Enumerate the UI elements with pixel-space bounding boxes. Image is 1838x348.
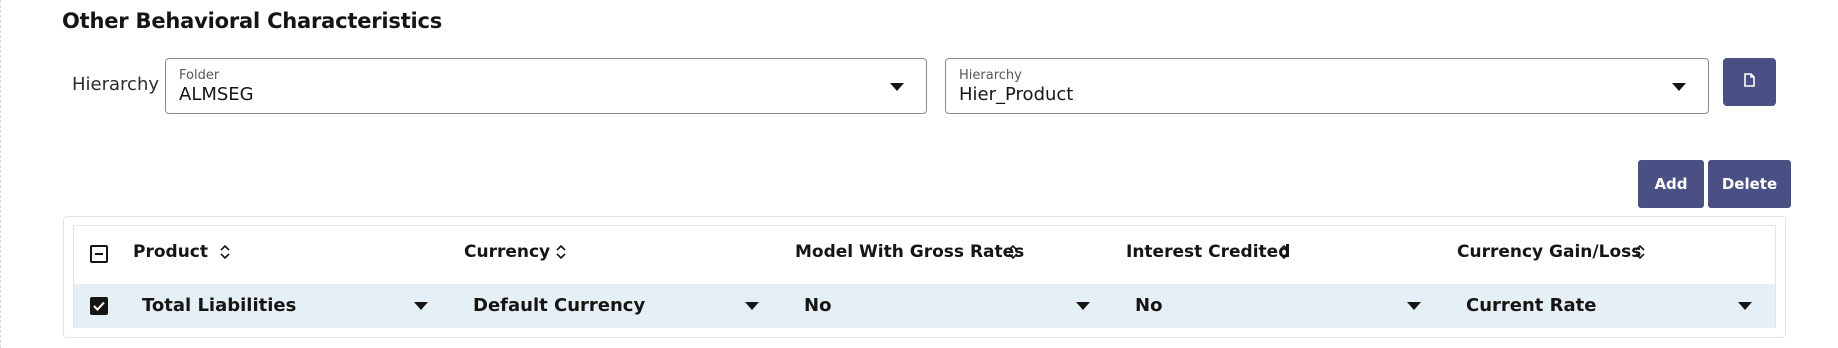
section-title: Other Behavioral Characteristics (62, 9, 443, 33)
column-header-currency[interactable]: Currency (464, 242, 550, 262)
table-header-row: Product Currency Model With Gross Rates … (74, 226, 1775, 282)
characteristics-table: Product Currency Model With Gross Rates … (73, 225, 1776, 328)
chevron-down-icon[interactable] (1076, 302, 1090, 310)
folder-select[interactable]: Folder ALMSEG (165, 58, 927, 114)
sort-icon[interactable] (1278, 241, 1290, 263)
chevron-down-icon[interactable] (1672, 83, 1686, 91)
hierarchy-select-value: Hier_Product (959, 84, 1074, 105)
chevron-down-icon[interactable] (745, 302, 759, 310)
chevron-down-icon[interactable] (1738, 302, 1752, 310)
sort-icon[interactable] (1007, 241, 1019, 263)
checkmark-icon (93, 301, 105, 311)
folder-select-value: ALMSEG (179, 84, 254, 105)
document-icon (1744, 73, 1755, 87)
sort-icon[interactable] (219, 241, 231, 263)
interest-credited-cell[interactable]: No (1135, 295, 1162, 316)
product-cell[interactable]: Total Liabilities (142, 295, 296, 316)
hierarchy-select[interactable]: Hierarchy Hier_Product (945, 58, 1709, 114)
chevron-down-icon[interactable] (414, 302, 428, 310)
column-header-interest-credited[interactable]: Interest Credited (1126, 242, 1290, 262)
add-button[interactable]: Add (1638, 160, 1704, 208)
currency-gain-loss-cell[interactable]: Current Rate (1466, 295, 1597, 316)
sort-icon[interactable] (1634, 241, 1646, 263)
folder-select-label: Folder (179, 68, 220, 83)
hierarchy-label: Hierarchy (72, 74, 160, 95)
sort-icon[interactable] (555, 241, 567, 263)
chevron-down-icon[interactable] (1407, 302, 1421, 310)
chevron-down-icon[interactable] (890, 83, 904, 91)
column-header-product[interactable]: Product (133, 242, 208, 262)
gross-rates-cell[interactable]: No (804, 295, 831, 316)
column-header-currency-gain-loss[interactable]: Currency Gain/Loss (1457, 242, 1641, 262)
currency-cell[interactable]: Default Currency (473, 295, 645, 316)
select-all-checkbox[interactable] (90, 245, 108, 263)
view-hierarchy-button[interactable] (1723, 58, 1776, 106)
table-row[interactable]: Total Liabilities Default Currency No No… (74, 284, 1775, 328)
row-checkbox[interactable] (90, 297, 108, 315)
page-left-edge (0, 0, 3, 348)
column-header-model-with-gross-rates[interactable]: Model With Gross Rates (795, 242, 1024, 262)
hierarchy-select-label: Hierarchy (959, 68, 1022, 83)
delete-button[interactable]: Delete (1708, 160, 1791, 208)
characteristics-table-panel: Product Currency Model With Gross Rates … (63, 216, 1786, 338)
